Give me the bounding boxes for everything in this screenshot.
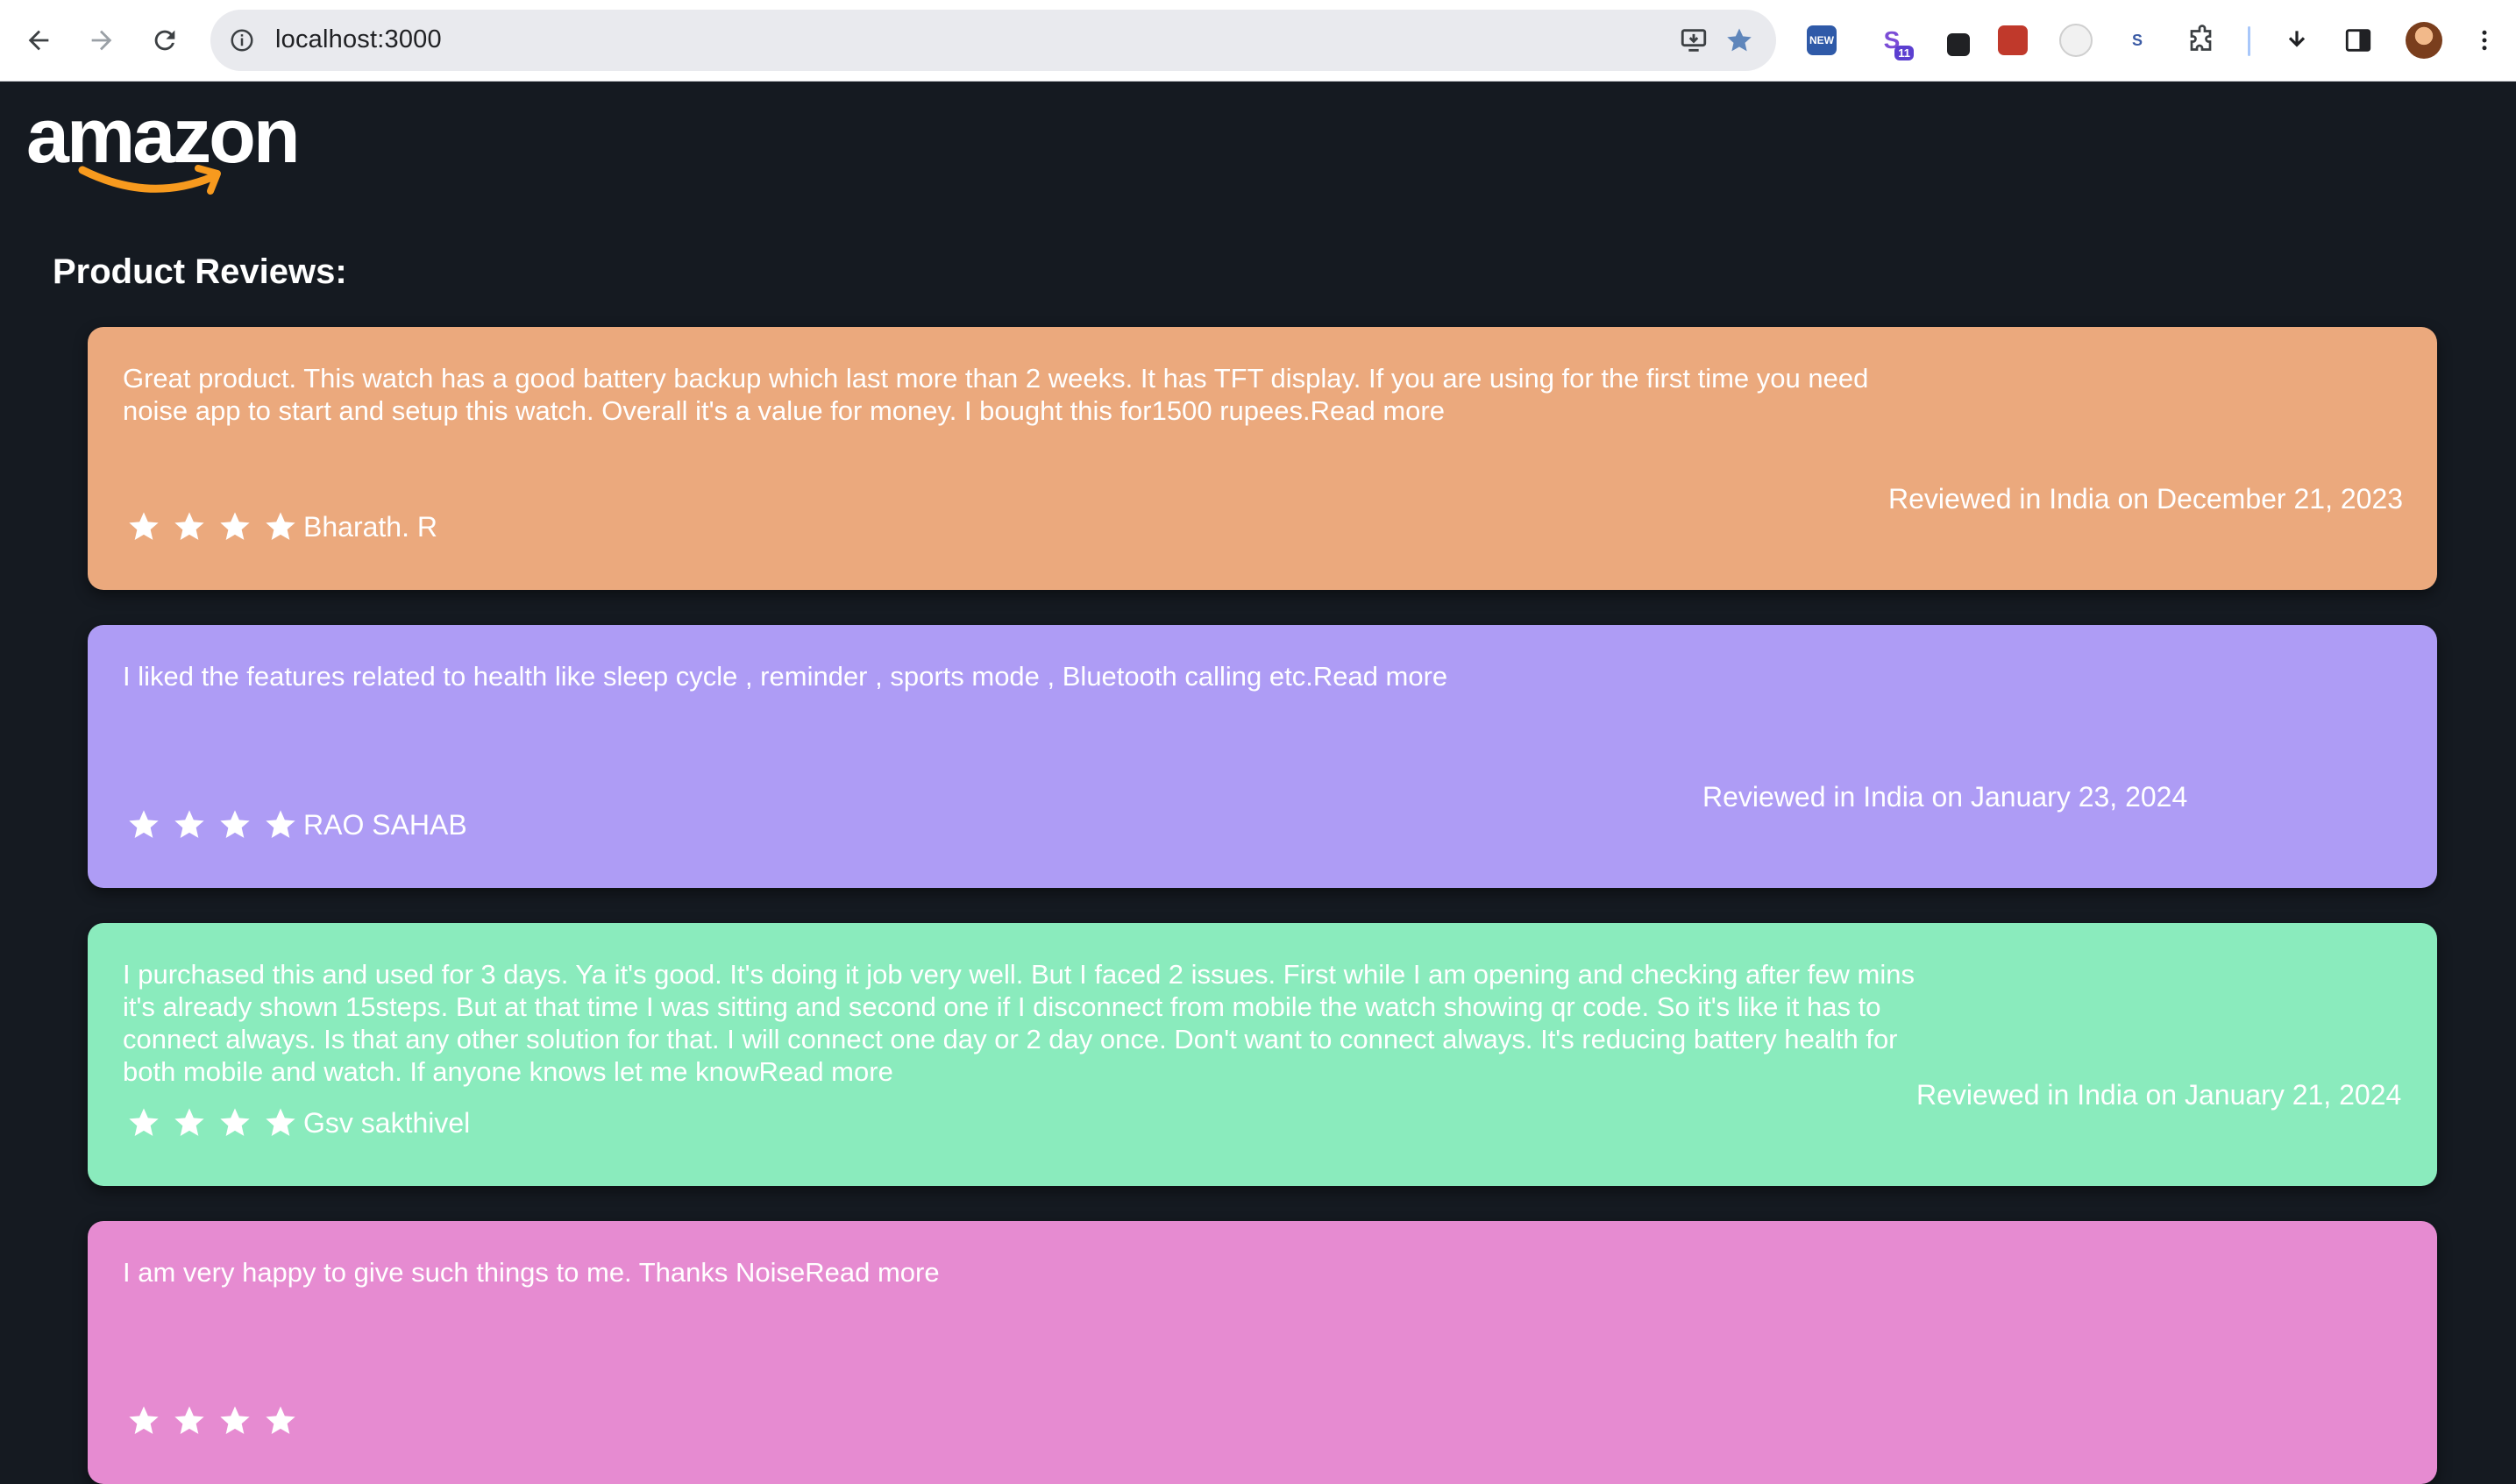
extension-s-button[interactable]: S 11 — [1873, 21, 1914, 60]
bookmark-star-icon[interactable] — [1722, 23, 1757, 58]
extension-badge-count: 11 — [1894, 46, 1914, 60]
extension-red-button[interactable] — [1994, 21, 2032, 60]
star-icon — [266, 810, 295, 838]
review-date: Reviewed in India on December 21, 2023 — [1888, 483, 2404, 515]
star-icon — [220, 512, 250, 540]
star-icon — [220, 1406, 250, 1434]
install-app-icon[interactable] — [1676, 23, 1711, 58]
star-icon — [174, 512, 204, 540]
star-icon — [129, 1406, 159, 1434]
forward-button[interactable] — [77, 16, 126, 65]
star-icon — [174, 810, 204, 838]
star-icon — [266, 512, 295, 540]
star-icon — [129, 1108, 159, 1136]
s-extension-icon: S 11 — [1877, 25, 1914, 60]
review-date: Reviewed in India on January 23, 2024 — [1702, 781, 2188, 813]
star-icon — [129, 810, 159, 838]
extension-new-button[interactable]: NEW — [1802, 21, 1841, 60]
star-icon — [220, 810, 250, 838]
red-extension-icon — [1998, 25, 2028, 55]
review-author: RAO SAHAB — [303, 809, 467, 841]
review-text: I purchased this and used for 3 days. Ya… — [123, 959, 1915, 1087]
review-date: Reviewed in India on January 21, 2024 — [1916, 1079, 2402, 1111]
browser-menu-button[interactable] — [2465, 21, 2504, 60]
review-author: Gsv sakthivel — [303, 1107, 471, 1139]
extension-so-button[interactable]: S — [2118, 21, 2157, 60]
review-author: Bharath. R — [303, 511, 437, 543]
rating-stars — [126, 509, 298, 544]
star-icon — [174, 1108, 204, 1136]
extensions-menu-button[interactable] — [2183, 21, 2221, 60]
forward-arrow-icon — [91, 30, 112, 51]
rating-stars — [126, 1403, 298, 1438]
reload-button[interactable] — [140, 16, 189, 65]
review-card: Great product. This watch has a good bat… — [88, 327, 2437, 590]
rating-stars — [126, 807, 298, 842]
url-text[interactable]: localhost:3000 — [275, 25, 442, 54]
review-card: I am very happy to give such things to m… — [88, 1221, 2437, 1484]
amazon-smile-arrow-icon — [78, 165, 221, 195]
address-bar[interactable]: localhost:3000 — [210, 10, 1776, 71]
toolbar-separator — [2248, 26, 2250, 56]
review-card: I purchased this and used for 3 days. Ya… — [88, 923, 2437, 1186]
amazon-logo: amazon — [26, 92, 316, 202]
so-extension-icon: S — [2131, 31, 2143, 49]
star-icon — [266, 1108, 295, 1136]
review-card: I liked the features related to health l… — [88, 625, 2437, 888]
review-text: I am very happy to give such things to m… — [123, 1257, 940, 1288]
puzzle-icon — [2190, 25, 2212, 51]
review-text: Great product. This watch has a good bat… — [123, 363, 1869, 426]
side-panel-icon — [2345, 29, 2371, 52]
side-panel-button[interactable] — [2339, 21, 2377, 60]
extension-dark-button[interactable] — [1939, 21, 1978, 60]
reload-icon — [154, 30, 175, 51]
review-text: I liked the features related to health l… — [123, 661, 1448, 692]
rating-stars — [126, 1105, 298, 1140]
site-info-icon[interactable] — [223, 21, 261, 60]
download-icon — [2288, 31, 2306, 47]
kebab-menu-icon — [2482, 30, 2487, 51]
back-arrow-icon — [28, 30, 49, 51]
star-icon — [129, 512, 159, 540]
star-icon — [174, 1406, 204, 1434]
browser-toolbar: localhost:3000 NEW S 11 S — [0, 0, 2516, 82]
star-icon — [220, 1108, 250, 1136]
white-circle-extension-icon — [2059, 24, 2093, 57]
star-icon — [266, 1406, 295, 1434]
back-button[interactable] — [14, 16, 63, 65]
downloads-button[interactable] — [2278, 21, 2316, 60]
dark-square-extension-icon — [1947, 33, 1970, 56]
page-title: Product Reviews: — [53, 252, 347, 291]
profile-avatar[interactable] — [2406, 22, 2442, 59]
new-badge-extension-icon: NEW — [1807, 25, 1837, 55]
extension-circle-button[interactable] — [2057, 21, 2095, 60]
